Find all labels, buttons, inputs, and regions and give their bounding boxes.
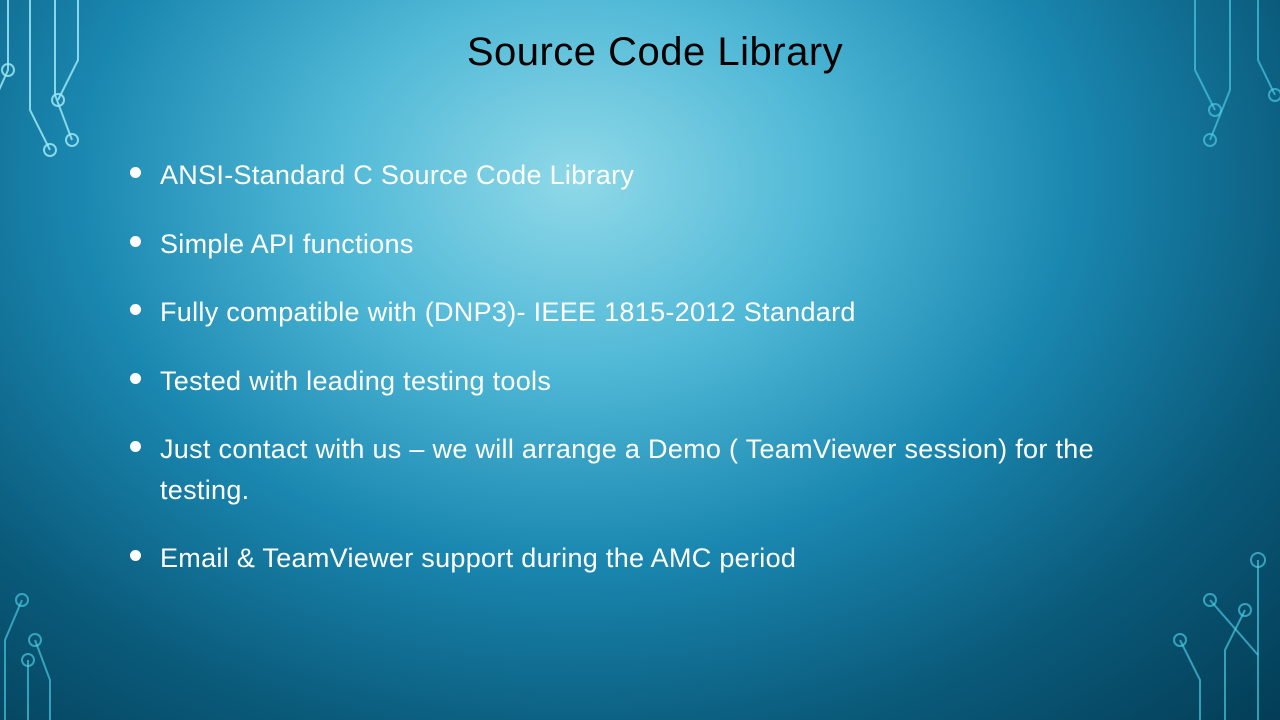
list-item: Just contact with us – we will arrange a… [130,429,1180,510]
slide-title: Source Code Library [130,30,1180,75]
list-item: ANSI-Standard C Source Code Library [130,155,1180,196]
list-item: Fully compatible with (DNP3)- IEEE 1815-… [130,292,1180,333]
bullet-list: ANSI-Standard C Source Code Library Simp… [130,155,1180,579]
list-item: Email & TeamViewer support during the AM… [130,538,1180,579]
list-item: Simple API functions [130,224,1180,265]
slide: Source Code Library ANSI-Standard C Sour… [0,0,1280,720]
list-item: Tested with leading testing tools [130,361,1180,402]
